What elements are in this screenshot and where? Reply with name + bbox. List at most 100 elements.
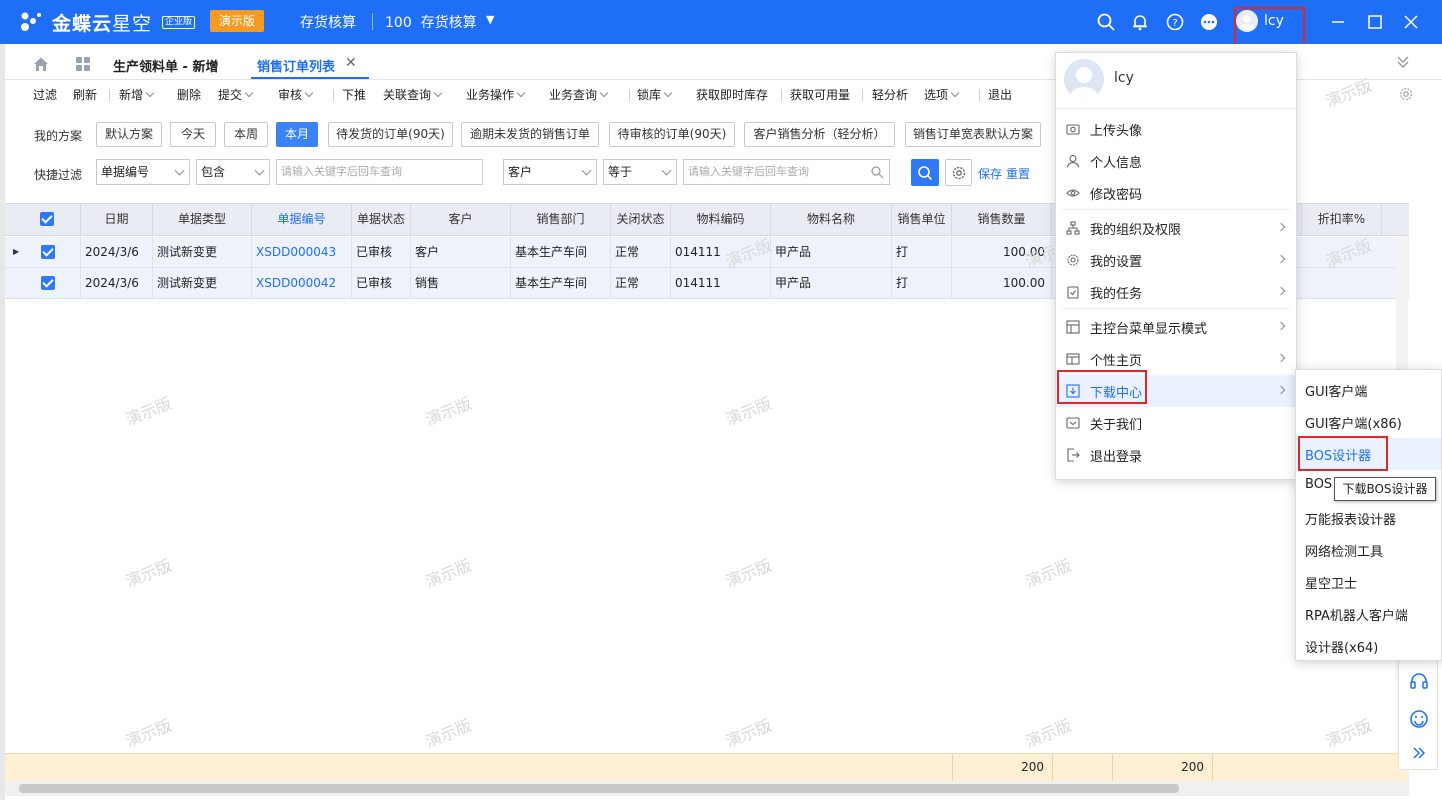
scheme-this-week[interactable]: 本周 bbox=[224, 122, 268, 147]
toolbar-get-available[interactable]: 获取可用量 bbox=[790, 86, 850, 103]
scheme-today[interactable]: 今天 bbox=[170, 122, 216, 147]
toolbar-light-analysis[interactable]: 轻分析 bbox=[872, 86, 908, 103]
menu-upload-avatar[interactable]: 上传头像 bbox=[1056, 113, 1296, 145]
submenu-designer-x64[interactable]: 设计器(x64) bbox=[1296, 630, 1441, 662]
filter-keyword2-input[interactable]: 请输入关键字后回车查询 bbox=[683, 159, 890, 185]
headset-icon[interactable] bbox=[1409, 671, 1429, 691]
menu-my-settings[interactable]: 我的设置 bbox=[1056, 244, 1296, 276]
search-icon[interactable] bbox=[870, 165, 884, 179]
toolbar-options[interactable]: 选项 bbox=[924, 86, 960, 103]
filter-field-select[interactable]: 单据编号 bbox=[96, 159, 190, 185]
submenu-network-tool[interactable]: 网络检测工具 bbox=[1296, 534, 1441, 566]
demo-watermark: 演示版 bbox=[722, 555, 775, 592]
toolbar-related-query[interactable]: 关联查询 bbox=[383, 86, 443, 103]
scheme-overdue[interactable]: 逾期未发货的销售订单 bbox=[461, 122, 599, 147]
menu-about-us[interactable]: 关于我们 bbox=[1056, 407, 1296, 439]
horizontal-scrollbar[interactable] bbox=[5, 781, 1409, 796]
submenu-gui-client-x86[interactable]: GUI客户端(x86) bbox=[1296, 406, 1441, 438]
submenu-xingkong-guard[interactable]: 星空卫士 bbox=[1296, 566, 1441, 598]
scheme-pending-audit[interactable]: 待审核的订单(90天) bbox=[609, 122, 735, 147]
filter-field2-select[interactable]: 客户 bbox=[503, 159, 597, 185]
col-material-code[interactable]: 物料编码 bbox=[671, 204, 771, 235]
scheme-this-month[interactable]: 本月 bbox=[276, 122, 318, 147]
toolbar-exit[interactable]: 退出 bbox=[988, 86, 1012, 103]
col-doc-no[interactable]: 单据编号 bbox=[252, 204, 352, 235]
menu-change-password[interactable]: 修改密码 bbox=[1056, 177, 1296, 209]
help-icon[interactable]: ? bbox=[1165, 12, 1185, 32]
settings-gear-icon[interactable] bbox=[1398, 86, 1414, 102]
col-discount-rate[interactable]: 折扣率% bbox=[1302, 204, 1382, 235]
toolbar-business-ops[interactable]: 业务操作 bbox=[466, 86, 526, 103]
maximize-icon[interactable] bbox=[1365, 12, 1385, 32]
filter-operator2-select[interactable]: 等于 bbox=[603, 159, 677, 185]
save-filter-link[interactable]: 保存 bbox=[978, 165, 1002, 182]
horizontal-scroll-thumb[interactable] bbox=[19, 784, 1179, 793]
toolbar-submit[interactable]: 提交 bbox=[218, 86, 254, 103]
bell-icon[interactable] bbox=[1130, 12, 1150, 32]
menu-my-tasks[interactable]: 我的任务 bbox=[1056, 276, 1296, 308]
filter-operator-select[interactable]: 包含 bbox=[196, 159, 270, 185]
col-material-name[interactable]: 物料名称 bbox=[771, 204, 892, 235]
toolbar-divider bbox=[109, 89, 110, 101]
col-date[interactable]: 日期 bbox=[81, 204, 153, 235]
toolbar-push-down[interactable]: 下推 bbox=[342, 86, 366, 103]
tab-sales-order-list[interactable]: 销售订单列表 bbox=[257, 56, 335, 75]
menu-personal-info[interactable]: 个人信息 bbox=[1056, 145, 1296, 177]
submenu-gui-client[interactable]: GUI客户端 bbox=[1296, 374, 1441, 406]
col-close-status[interactable]: 关闭状态 bbox=[611, 204, 671, 235]
minimize-icon[interactable] bbox=[1328, 12, 1348, 32]
org-dropdown-icon[interactable]: ▼ bbox=[486, 13, 494, 26]
user-avatar[interactable] bbox=[1064, 59, 1104, 99]
home-icon[interactable] bbox=[33, 56, 49, 72]
toolbar-refresh[interactable]: 刷新 bbox=[73, 86, 97, 103]
gear-icon bbox=[1067, 254, 1079, 266]
filter-settings-button[interactable] bbox=[945, 159, 972, 186]
cell-doc-no-link[interactable]: XSDD000042 bbox=[252, 268, 352, 298]
select-all-checkbox[interactable] bbox=[40, 212, 54, 226]
reset-filter-link[interactable]: 重置 bbox=[1006, 165, 1030, 182]
scheme-customer-analysis[interactable]: 客户销售分析（轻分析） bbox=[744, 122, 895, 147]
submenu-report-designer[interactable]: 万能报表设计器 bbox=[1296, 502, 1441, 534]
cell-doc-no-link[interactable]: XSDD000043 bbox=[252, 237, 352, 267]
module-title[interactable]: 存货核算 bbox=[300, 12, 356, 32]
toolbar-delete[interactable]: 删除 bbox=[177, 86, 201, 103]
search-icon[interactable] bbox=[1096, 12, 1116, 32]
col-doc-type[interactable]: 单据类型 bbox=[153, 204, 252, 235]
row-checkbox[interactable] bbox=[41, 245, 55, 259]
toolbar-business-query[interactable]: 业务查询 bbox=[549, 86, 609, 103]
submenu-rpa-client[interactable]: RPA机器人客户端 bbox=[1296, 598, 1441, 630]
double-chevron-right-icon[interactable] bbox=[1411, 745, 1427, 761]
col-customer[interactable]: 客户 bbox=[411, 204, 511, 235]
close-window-icon[interactable] bbox=[1401, 12, 1421, 32]
col-sales-qty[interactable]: 销售数量 bbox=[952, 204, 1052, 235]
toolbar-get-stock[interactable]: 获取即时库存 bbox=[696, 86, 768, 103]
col-select-all[interactable] bbox=[5, 204, 81, 235]
org-selector[interactable]: 100 存货核算 bbox=[385, 12, 477, 32]
scheme-wide-table[interactable]: 销售订单宽表默认方案 bbox=[905, 122, 1041, 147]
menu-org-permissions[interactable]: 我的组织及权限 bbox=[1056, 212, 1296, 244]
toolbar-filter[interactable]: 过滤 bbox=[33, 86, 57, 103]
active-tab-indicator bbox=[251, 77, 369, 79]
col-doc-status[interactable]: 单据状态 bbox=[352, 204, 411, 235]
menu-logout[interactable]: 退出登录 bbox=[1056, 439, 1296, 471]
toolbar-lock-stock[interactable]: 锁库 bbox=[637, 86, 673, 103]
toolbar-new[interactable]: 新增 bbox=[119, 86, 155, 103]
scheme-pending-shipment[interactable]: 待发货的订单(90天) bbox=[328, 122, 453, 147]
smile-icon[interactable] bbox=[1409, 709, 1429, 729]
app-grid-icon[interactable] bbox=[75, 56, 91, 72]
toolbar-audit[interactable]: 审核 bbox=[278, 86, 314, 103]
demo-watermark: 演示版 bbox=[422, 393, 475, 430]
close-tab-icon[interactable]: ✕ bbox=[345, 55, 357, 71]
tab-production-picking[interactable]: 生产领料单 - 新增 bbox=[113, 56, 218, 75]
search-button[interactable] bbox=[911, 159, 939, 186]
scheme-default[interactable]: 默认方案 bbox=[96, 122, 162, 147]
menu-console-display-mode[interactable]: 主控台菜单显示模式 bbox=[1056, 311, 1296, 343]
cell-close-status: 正常 bbox=[611, 237, 671, 267]
more-icon[interactable] bbox=[1199, 12, 1219, 32]
demo-watermark: 演示版 bbox=[1022, 715, 1075, 752]
col-sales-unit[interactable]: 销售单位 bbox=[892, 204, 952, 235]
row-checkbox[interactable] bbox=[41, 276, 55, 290]
double-chevron-down-icon[interactable] bbox=[1395, 54, 1411, 70]
filter-keyword-input[interactable]: 请输入关键字后回车查询 bbox=[276, 159, 483, 185]
col-sales-dept[interactable]: 销售部门 bbox=[511, 204, 611, 235]
